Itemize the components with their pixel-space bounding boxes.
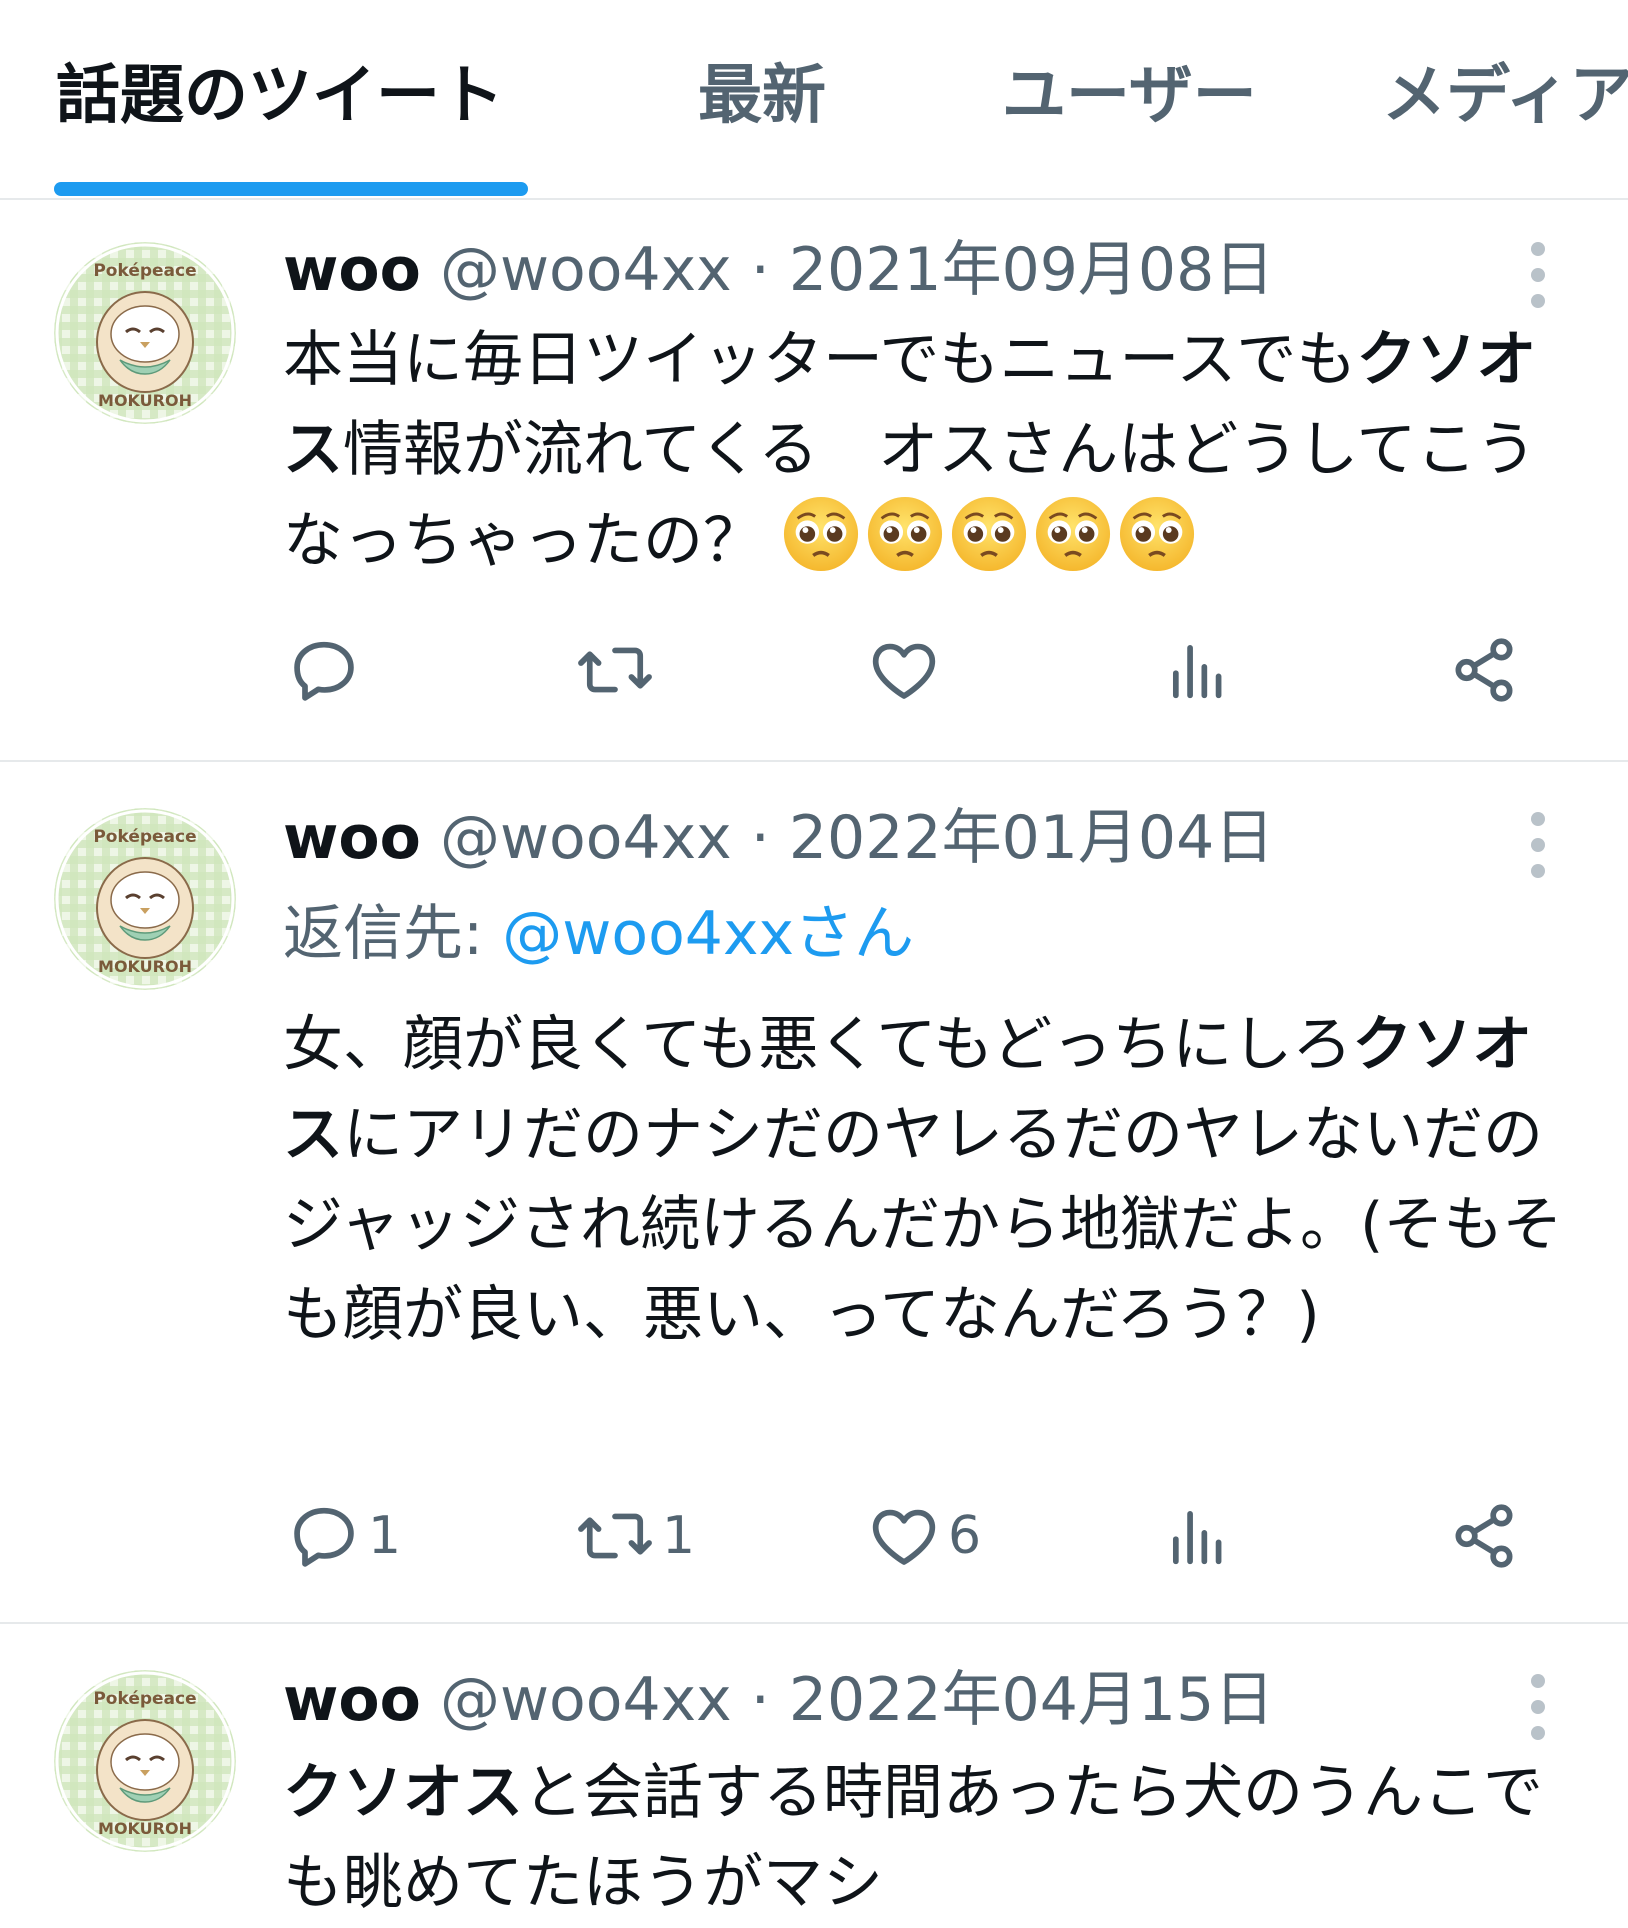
pleading-face-icon: [952, 496, 1027, 572]
tab-media[interactable]: メディア: [1382, 52, 1628, 140]
tweet-text-part: にアリだのナシだのヤレるだのヤレないだのジャッジされ続けるんだから地獄だよ。(そ…: [283, 1100, 1563, 1350]
divider: [0, 1622, 1628, 1624]
svg-text:MOKUROH: MOKUROH: [98, 957, 192, 976]
tweet-text: 女、顔が良くても悪くてもどっちにしろクソオスにアリだのナシだのヤレるだのヤレない…: [283, 1000, 1583, 1360]
tweet-text: クソオスと会話する時間あったら犬のうんこでも眺めてたほうがマシ: [283, 1748, 1583, 1928]
heart-icon: [872, 643, 936, 699]
avatar[interactable]: Poképeace MOKUROH: [54, 1670, 236, 1852]
share-icon: [1455, 638, 1513, 702]
emoji-group: [763, 496, 1202, 576]
retweet-count: 1: [662, 1506, 696, 1566]
retweet-button[interactable]: 1: [574, 1496, 695, 1576]
tweet-header: woo @woo4xx · 2022年04月15日: [283, 1660, 1274, 1740]
share-button[interactable]: [1446, 630, 1522, 710]
tweet-date[interactable]: 2022年04月15日: [789, 1665, 1274, 1735]
view-stats-button[interactable]: [1160, 1496, 1236, 1576]
retweet-icon: [578, 1513, 652, 1559]
display-name[interactable]: woo: [283, 803, 421, 873]
more-options-icon[interactable]: [1520, 242, 1556, 312]
tweet-date[interactable]: 2022年01月04日: [789, 803, 1274, 873]
user-handle[interactable]: @woo4xx: [440, 1665, 732, 1735]
retweet-button[interactable]: [574, 630, 662, 710]
tab-users[interactable]: ユーザー: [1002, 52, 1257, 140]
reply-button[interactable]: 1: [286, 1496, 401, 1576]
pleading-face-icon: [784, 496, 859, 572]
user-handle[interactable]: @woo4xx: [440, 235, 732, 305]
separator-dot: ·: [750, 1665, 770, 1735]
like-count: 6: [948, 1506, 982, 1566]
pleading-face-icon: [1120, 496, 1195, 572]
like-button[interactable]: 6: [866, 1496, 981, 1576]
analytics-icon: [1172, 1510, 1222, 1565]
reply-icon: [294, 641, 354, 701]
more-options-icon[interactable]: [1520, 812, 1556, 882]
avatar[interactable]: Poképeace MOKUROH: [54, 808, 236, 990]
pleading-face-icon: [1036, 496, 1111, 572]
user-handle[interactable]: @woo4xx: [440, 803, 732, 873]
reply-count: 1: [368, 1506, 402, 1566]
tweet-header: woo @woo4xx · 2022年01月04日: [283, 798, 1274, 878]
svg-text:MOKUROH: MOKUROH: [98, 391, 192, 410]
reply-button[interactable]: [286, 630, 368, 710]
analytics-icon: [1172, 644, 1222, 699]
separator-dot: ·: [750, 235, 770, 305]
divider: [0, 760, 1628, 762]
reply-to-label: 返信先:: [283, 899, 503, 969]
tweet-text: 本当に毎日ツイッターでもニュースでもクソオス情報が流れてくる オスさんはどうして…: [283, 315, 1583, 586]
like-button[interactable]: [866, 630, 948, 710]
heart-icon: [872, 1509, 936, 1565]
tweet-text-part: 女、顔が良くても悪くてもどっちにしろ: [283, 1010, 1353, 1080]
tweet-text-bold: クソオス: [283, 1758, 523, 1828]
display-name[interactable]: woo: [283, 1665, 421, 1735]
retweet-icon: [578, 647, 652, 693]
tweet-date[interactable]: 2021年09月08日: [789, 235, 1274, 305]
svg-text:Poképeace: Poképeace: [93, 1689, 196, 1709]
tweet-text-part: 本当に毎日ツイッターでもニュースでも: [283, 325, 1357, 395]
share-icon: [1455, 1504, 1513, 1568]
separator-dot: ·: [750, 803, 770, 873]
display-name[interactable]: woo: [283, 235, 421, 305]
tab-top-tweets[interactable]: 話題のツイート: [56, 52, 504, 140]
active-tab-indicator: [54, 182, 528, 196]
tab-latest[interactable]: 最新: [698, 52, 826, 140]
svg-text:MOKUROH: MOKUROH: [98, 1819, 192, 1838]
svg-text:Poképeace: Poképeace: [93, 827, 196, 847]
view-stats-button[interactable]: [1160, 630, 1236, 710]
reply-mention-link[interactable]: @woo4xxさん: [502, 899, 914, 969]
svg-text:Poképeace: Poképeace: [93, 261, 196, 281]
more-options-icon[interactable]: [1520, 1674, 1556, 1744]
tweet-header: woo @woo4xx · 2021年09月08日: [283, 230, 1274, 310]
share-button[interactable]: [1446, 1496, 1522, 1576]
reply-icon: [294, 1507, 354, 1567]
reply-to-line: 返信先: @woo4xxさん: [283, 894, 914, 974]
pleading-face-icon: [868, 496, 943, 572]
avatar[interactable]: Poképeace MOKUROH: [54, 242, 236, 424]
search-tab-bar: 話題のツイート 最新 ユーザー メディア: [0, 0, 1628, 200]
